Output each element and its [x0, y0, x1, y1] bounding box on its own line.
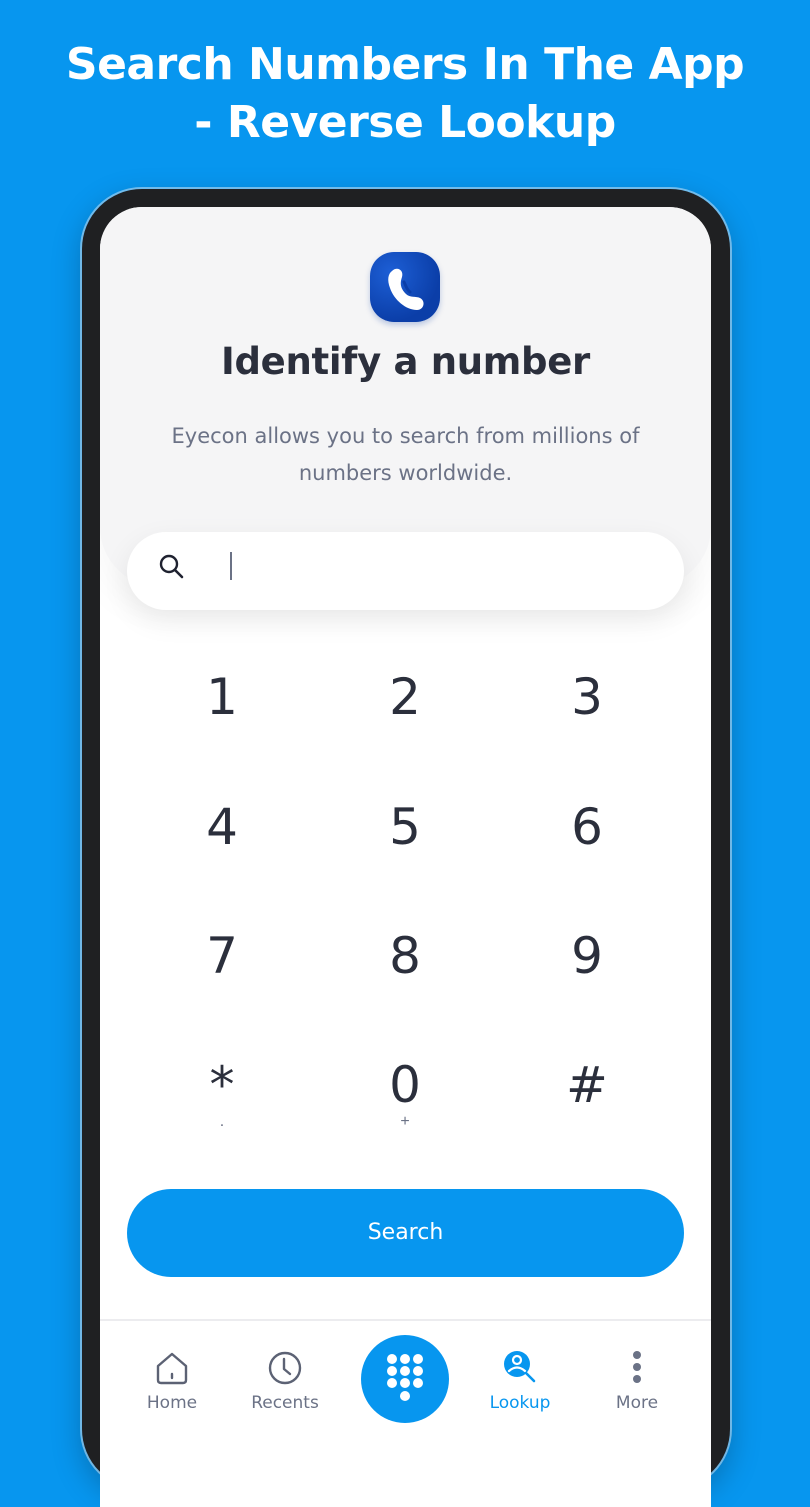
banner-line-1: Search Numbers In The App — [65, 39, 745, 90]
nav-recents[interactable]: Recents — [235, 1349, 335, 1413]
nav-more[interactable]: More — [587, 1349, 687, 1413]
key-7[interactable]: 7 — [152, 896, 292, 1006]
key-digit: 6 — [571, 798, 603, 856]
nav-lookup[interactable]: Lookup — [470, 1349, 570, 1413]
nav-label: More — [615, 1393, 659, 1413]
dialpad-button[interactable] — [361, 1335, 449, 1423]
key-sub: + — [400, 1113, 410, 1130]
key-5[interactable]: 5 — [335, 767, 475, 877]
nav-label: Home — [146, 1393, 198, 1413]
key-star[interactable]: * . — [152, 1025, 292, 1135]
home-icon — [156, 1352, 188, 1385]
key-9[interactable]: 9 — [517, 896, 657, 1006]
key-hash[interactable]: # — [517, 1025, 657, 1135]
key-digit: 8 — [389, 927, 421, 985]
page-title: Identify a number — [221, 340, 590, 383]
number-search-field[interactable] — [127, 532, 684, 610]
nav-label: Lookup — [489, 1393, 551, 1413]
key-digit: 7 — [206, 927, 238, 985]
nav-home[interactable]: Home — [122, 1349, 222, 1413]
key-digit: 5 — [389, 798, 421, 856]
search-button[interactable]: Search — [127, 1189, 684, 1277]
key-digit: 2 — [389, 668, 421, 726]
key-0[interactable]: 0 + — [335, 1025, 475, 1135]
key-8[interactable]: 8 — [335, 896, 475, 1006]
search-icon — [159, 554, 184, 579]
promo-banner: Search Numbers In The App - Reverse Look… — [0, 36, 810, 152]
key-digit: 1 — [206, 668, 238, 726]
key-digit: # — [566, 1056, 608, 1114]
key-digit: 9 — [571, 927, 603, 985]
key-2[interactable]: 2 — [335, 637, 475, 747]
clock-icon — [268, 1351, 302, 1385]
key-digit: * — [209, 1056, 235, 1114]
key-6[interactable]: 6 — [517, 767, 657, 877]
bottom-nav: Home Recents Lookup More — [100, 1319, 711, 1449]
key-digit: 3 — [571, 668, 603, 726]
key-sub: . — [219, 1113, 225, 1130]
lookup-header: Identify a number Eyecon allows you to s… — [100, 207, 711, 587]
key-digit: 4 — [206, 798, 238, 856]
key-4[interactable]: 4 — [152, 767, 292, 877]
key-3[interactable]: 3 — [517, 637, 657, 747]
more-vertical-icon — [633, 1351, 641, 1383]
key-digit: 0 — [389, 1056, 421, 1114]
phone-handset-icon — [388, 268, 424, 310]
phone-screen: Identify a number Eyecon allows you to s… — [100, 207, 711, 1507]
banner-line-2: - Reverse Lookup — [194, 97, 616, 148]
key-1[interactable]: 1 — [152, 637, 292, 747]
nav-label: Recents — [251, 1393, 319, 1413]
dialpad-icon — [387, 1354, 423, 1401]
app-logo — [370, 252, 440, 322]
number-search-input[interactable] — [202, 548, 652, 594]
person-search-icon — [504, 1351, 536, 1383]
page-subtitle: Eyecon allows you to search from million… — [171, 424, 640, 485]
